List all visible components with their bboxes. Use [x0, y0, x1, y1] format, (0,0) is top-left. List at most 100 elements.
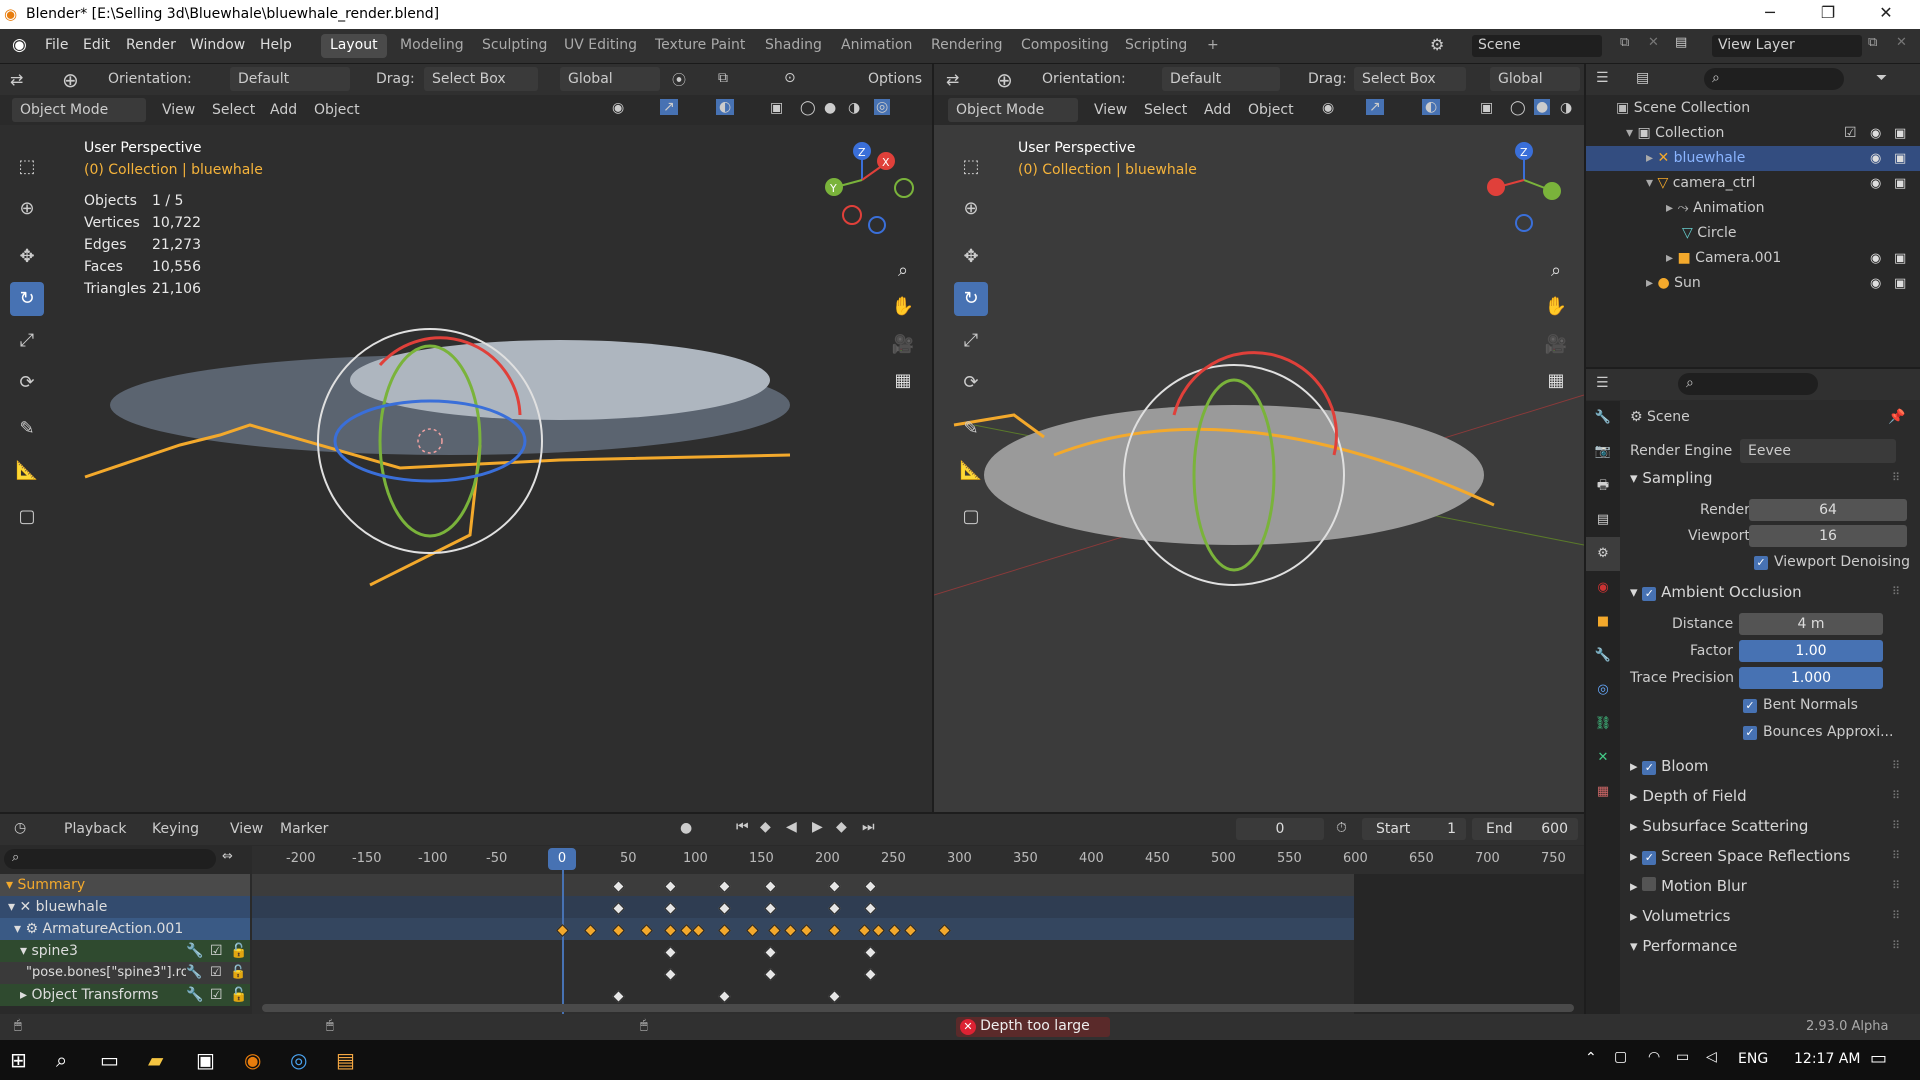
add-cube-tool-icon[interactable]: ▢ — [954, 500, 988, 534]
modifier-tab-icon[interactable]: 🔧 — [1586, 639, 1620, 673]
measure-tool-icon[interactable]: 📐 — [10, 454, 44, 488]
rendered-shading-icon[interactable]: ◎ — [874, 99, 891, 115]
sampling-panel-header[interactable]: ▾ Sampling ⠿ — [1630, 469, 1920, 499]
tab-texture-paint[interactable]: Texture Paint — [646, 34, 754, 58]
lock-icon[interactable]: 🔓 — [230, 940, 247, 962]
ortho-grid-icon[interactable]: ▦ — [1540, 365, 1572, 397]
eye-icon[interactable]: ◉ — [1870, 246, 1881, 271]
new-view-layer-icon[interactable]: ⧉ — [1868, 35, 1877, 50]
tab-layout[interactable]: Layout — [321, 34, 387, 58]
wireframe-shading-icon[interactable]: ◯ — [800, 100, 816, 116]
next-keyframe-icon[interactable]: ◆ — [836, 819, 847, 835]
app-icon[interactable]: ▤ — [336, 1048, 355, 1072]
object-tab-icon[interactable]: ■ — [1586, 605, 1620, 639]
channel-bluewhale[interactable]: ▾ ✕ bluewhale — [0, 896, 250, 918]
horizontal-scrollbar[interactable] — [262, 1004, 1574, 1012]
browser-icon[interactable]: ◎ — [290, 1048, 307, 1072]
ssr-panel-header[interactable]: ▸ ✓ Screen Space Reflections ⠿ — [1630, 847, 1920, 877]
wrench-icon[interactable]: 🔧 — [186, 984, 203, 1006]
drag-handle-icon[interactable]: ⠿ — [1892, 879, 1900, 892]
close-button[interactable]: ✕ — [1866, 3, 1906, 22]
zoom-icon[interactable]: ⌕ — [887, 255, 919, 287]
menu-render[interactable]: Render — [126, 37, 176, 53]
error-report[interactable]: ✕ Depth too large — [956, 1017, 1110, 1037]
move-tool-icon[interactable]: ✥ — [10, 240, 44, 274]
tab-scripting[interactable]: Scripting — [1116, 34, 1196, 58]
new-scene-icon[interactable]: ⧉ — [1620, 35, 1629, 50]
overlay-toggle-icon[interactable]: ◐ — [1422, 99, 1441, 115]
task-view-icon[interactable]: ▭ — [100, 1048, 119, 1072]
tab-uv-editing[interactable]: UV Editing — [555, 34, 646, 58]
data-tab-icon[interactable]: ✕ — [1586, 741, 1620, 775]
snap-icon[interactable]: ⧉ — [718, 70, 728, 86]
render-engine-dropdown[interactable]: Eevee — [1740, 439, 1896, 463]
menu-view[interactable]: View — [1094, 102, 1127, 118]
annotate-tool-icon[interactable]: ✎ — [954, 412, 988, 446]
pin-icon[interactable]: 📌 — [1888, 409, 1905, 425]
minimize-button[interactable]: ─ — [1750, 3, 1790, 22]
scene-selector[interactable]: Scene — [1472, 35, 1602, 57]
factor-field[interactable]: 1.00 — [1739, 640, 1883, 662]
outliner-item-camera-ctrl[interactable]: ▾ ▽ camera_ctrl ◉ ▣ — [1586, 171, 1920, 196]
remove-view-layer-icon[interactable]: ✕ — [1896, 35, 1907, 50]
view-menu[interactable]: View — [230, 821, 263, 837]
battery-icon[interactable]: ▭ — [1676, 1049, 1689, 1065]
bounces-row[interactable]: ✓ Bounces Approxi... — [1630, 721, 1920, 757]
pivot-icon[interactable]: ⦿ — [672, 70, 686, 90]
drag-handle-icon[interactable]: ⠿ — [1892, 909, 1900, 922]
dof-panel-header[interactable]: ▸ Depth of Field ⠿ — [1630, 787, 1920, 817]
marker-menu[interactable]: Marker — [280, 821, 328, 837]
clock[interactable]: 12:17 AM — [1794, 1051, 1860, 1067]
xray-icon[interactable]: ▣ — [1480, 100, 1493, 116]
expand-arrow-icon[interactable]: ▸ — [1646, 275, 1657, 291]
menu-add[interactable]: Add — [1204, 102, 1231, 118]
transform-orientation-dropdown[interactable]: Global — [1490, 67, 1580, 91]
navigation-gizmo[interactable]: Z X Y — [820, 135, 920, 235]
left-viewport-canvas[interactable]: ⬚ ⊕ ✥ ↻ ⤢ ⟳ ✎ 📐 ▢ User Perspective (0) C… — [0, 125, 932, 812]
right-viewport-canvas[interactable]: ⬚ ⊕ ✥ ↻ ⤢ ⟳ ✎ 📐 ▢ User Perspective (0) C… — [934, 125, 1584, 812]
editor-type-icon[interactable]: ◷ — [14, 820, 26, 836]
play-icon[interactable]: ▶ — [812, 819, 823, 835]
expand-arrow-icon[interactable]: ▸ — [1646, 150, 1657, 166]
display-mode-icon[interactable]: ▤ — [1636, 70, 1649, 86]
camera-icon[interactable]: ▣ — [1894, 246, 1906, 271]
menu-window[interactable]: Window — [190, 37, 245, 53]
ao-panel-header[interactable]: ▾ ✓ Ambient Occlusion ⠿ — [1630, 583, 1920, 613]
viewport-denoising-checkbox[interactable]: ✓ — [1754, 556, 1768, 570]
menu-select[interactable]: Select — [212, 102, 255, 118]
physics-tab-icon[interactable]: ◎ — [1586, 673, 1620, 707]
tool-tab-icon[interactable]: 🔧 — [1586, 401, 1620, 435]
camera-view-icon[interactable]: 🎥 — [887, 329, 919, 361]
windows-start-icon[interactable]: ⊞ — [10, 1048, 27, 1072]
drag-handle-icon[interactable]: ⠿ — [1892, 759, 1900, 772]
editor-type-icon[interactable]: ☰ — [1596, 375, 1609, 391]
outliner-item-sun[interactable]: ▸ ● Sun ◉ ▣ — [1586, 271, 1920, 296]
checkbox-icon[interactable]: ☑ — [210, 962, 222, 984]
prev-keyframe-icon[interactable]: ◆ — [760, 819, 771, 835]
tab-shading[interactable]: Shading — [756, 34, 831, 58]
drag-handle-icon[interactable]: ⠿ — [1892, 849, 1900, 862]
gizmo-toggle-icon[interactable]: ↗ — [660, 99, 678, 115]
constraint-tab-icon[interactable]: ⛓ — [1586, 707, 1620, 741]
mode-dropdown[interactable]: Object Mode — [948, 98, 1078, 122]
ortho-grid-icon[interactable]: ▦ — [887, 365, 919, 397]
play-reverse-icon[interactable]: ◀ — [786, 819, 797, 835]
current-frame-field[interactable]: 0 — [1236, 818, 1324, 840]
menu-help[interactable]: Help — [260, 37, 292, 53]
material-shading-icon[interactable]: ◑ — [1560, 100, 1572, 116]
bloom-checkbox[interactable]: ✓ — [1642, 761, 1657, 775]
mode-dropdown[interactable]: Object Mode — [12, 98, 146, 122]
wireframe-shading-icon[interactable]: ◯ — [1510, 100, 1526, 116]
visibility-icon[interactable]: ◉ — [1322, 100, 1334, 116]
jump-start-icon[interactable]: ⏮ — [736, 819, 749, 835]
outliner-item-circle[interactable]: ▽ Circle — [1586, 221, 1920, 246]
scene-tab-icon[interactable]: ⚙ — [1586, 537, 1620, 571]
eye-icon[interactable]: ◉ — [1870, 121, 1881, 146]
tab-compositing[interactable]: Compositing — [1012, 34, 1118, 58]
proportional-icon[interactable]: ⊙ — [784, 70, 796, 86]
camera-icon[interactable]: ▣ — [1894, 171, 1906, 196]
jump-end-icon[interactable]: ⏭ — [862, 819, 875, 835]
render-samples-field[interactable]: 64 — [1749, 499, 1907, 521]
wrench-icon[interactable]: 🔧 — [186, 962, 203, 984]
viewport-samples-field[interactable]: 16 — [1749, 525, 1907, 547]
